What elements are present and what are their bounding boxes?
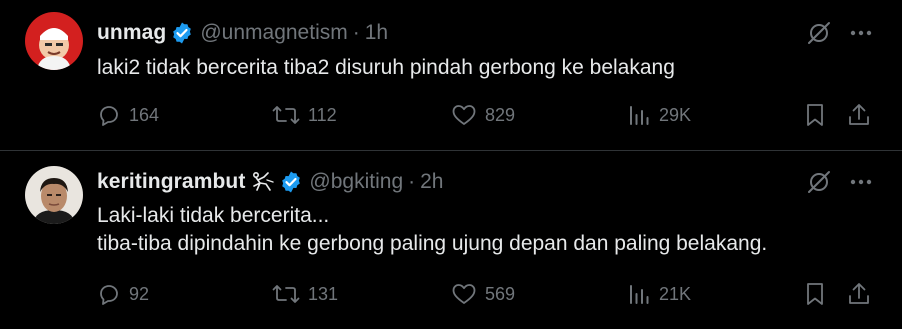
- tweet-actions: 164 112 829 29K: [97, 100, 887, 130]
- like-icon: [452, 284, 476, 304]
- views-icon: [630, 106, 649, 125]
- bookmark-button[interactable]: [804, 100, 834, 130]
- user-handle[interactable]: @unmagnetism: [200, 21, 347, 45]
- separator-dot: ·: [352, 21, 360, 44]
- timestamp[interactable]: 1h: [365, 21, 388, 45]
- avatar[interactable]: [25, 12, 83, 70]
- display-name[interactable]: unmag: [97, 21, 166, 45]
- like-count: 829: [485, 104, 516, 125]
- view-count: 21K: [659, 283, 692, 304]
- timestamp[interactable]: 2h: [420, 170, 443, 194]
- like-button[interactable]: 569: [451, 279, 515, 309]
- avatar[interactable]: [25, 166, 83, 224]
- view-count: 29K: [659, 104, 692, 125]
- grok-icon[interactable]: [806, 169, 832, 195]
- tweet-header: unmag @unmagnetism · 1h: [97, 20, 388, 46]
- display-name[interactable]: keritingrambut: [97, 170, 245, 194]
- tweet-header: keritingrambut @bgkiting · 2h: [97, 169, 443, 195]
- retweet-button[interactable]: 131: [272, 279, 338, 309]
- retweet-icon: [272, 106, 300, 124]
- tweet-text: Laki-laki tidak bercerita... tiba-tiba d…: [97, 202, 767, 258]
- bookmark-icon: [807, 104, 823, 126]
- share-button[interactable]: [847, 100, 879, 130]
- reply-icon: [100, 285, 118, 305]
- share-button[interactable]: [847, 279, 879, 309]
- views-icon: [630, 285, 649, 304]
- tweet-actions: 92 131 569 21K: [97, 279, 887, 309]
- reply-icon: [100, 106, 118, 126]
- like-icon: [452, 105, 476, 125]
- tweet-text-line: tiba-tiba dipindahin ke gerbong paling u…: [97, 232, 768, 255]
- more-icon[interactable]: [847, 20, 875, 46]
- retweet-count: 131: [308, 283, 339, 304]
- share-icon: [849, 104, 869, 125]
- verified-badge-icon: [170, 21, 194, 45]
- verified-badge-icon: [279, 170, 303, 194]
- views-button[interactable]: 21K: [627, 279, 691, 309]
- like-count: 569: [485, 283, 516, 304]
- reply-count: 92: [129, 283, 150, 304]
- reply-button[interactable]: 92: [97, 279, 149, 309]
- more-icon[interactable]: [847, 169, 875, 195]
- share-icon: [849, 283, 869, 304]
- separator-dot: ·: [408, 170, 416, 193]
- tweet-text-line: Laki-laki tidak bercerita...: [97, 204, 330, 227]
- bookmark-button[interactable]: [804, 279, 834, 309]
- dancing-figure-icon: [249, 170, 275, 194]
- bookmark-icon: [807, 283, 823, 305]
- retweet-button[interactable]: 112: [272, 100, 337, 130]
- tweet-text-line: laki2 tidak bercerita tiba2 disuruh pind…: [97, 56, 675, 79]
- tweet[interactable]: keritingrambut @bgkiting · 2h Laki-laki …: [0, 151, 902, 329]
- views-button[interactable]: 29K: [627, 100, 691, 130]
- retweet-icon: [272, 285, 300, 303]
- reply-count: 164: [129, 104, 160, 125]
- retweet-count: 112: [308, 104, 337, 125]
- grok-icon[interactable]: [806, 20, 832, 46]
- tweet[interactable]: unmag @unmagnetism · 1h laki2 tidak berc…: [0, 0, 902, 150]
- like-button[interactable]: 829: [451, 100, 515, 130]
- timeline-feed: unmag @unmagnetism · 1h laki2 tidak berc…: [0, 0, 902, 329]
- user-handle[interactable]: @bgkiting: [309, 170, 403, 194]
- reply-button[interactable]: 164: [97, 100, 159, 130]
- tweet-text: laki2 tidak bercerita tiba2 disuruh pind…: [97, 54, 675, 82]
